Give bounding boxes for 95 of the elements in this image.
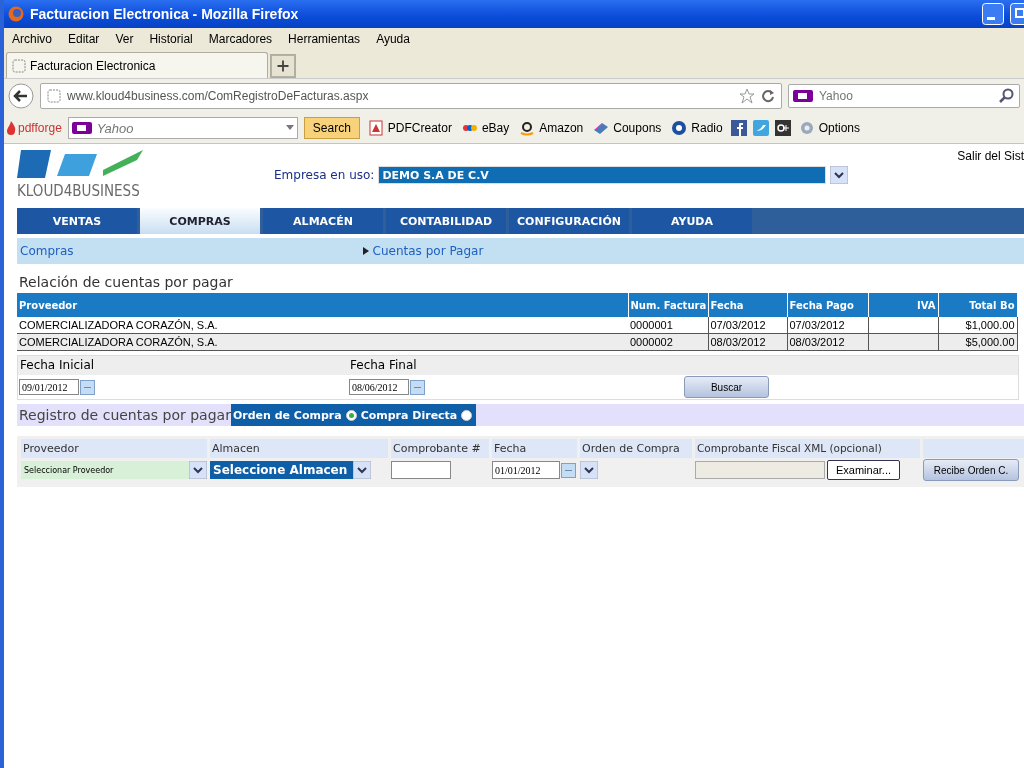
column-header: Almacen [210, 439, 388, 458]
text-field[interactable] [391, 461, 451, 479]
search-field[interactable]: Yahoo [817, 88, 995, 104]
toolbar-button[interactable]: Radio [669, 120, 725, 136]
section-title: Registro de cuentas por pagar [18, 407, 231, 423]
document-icon [367, 120, 384, 136]
dropdown-arrow-icon[interactable] [189, 461, 207, 479]
nav-tab[interactable]: VENTAS [17, 208, 137, 234]
radio-icon [671, 120, 688, 136]
search-button[interactable]: Search [303, 117, 360, 139]
table-cell: COMERCIALIZADORA CORAZÓN, S.A. [17, 317, 628, 334]
radio-button[interactable] [461, 409, 473, 421]
radio-label: Compra Directa [360, 408, 458, 422]
page-icon [12, 58, 26, 73]
browser-logo-icon [8, 6, 24, 22]
triangle-icon [362, 247, 369, 255]
column-header: Orden de Compra [580, 439, 692, 458]
page-icon [47, 89, 61, 103]
logout-link[interactable]: Salir del Sist [957, 149, 1024, 163]
field-label: Fecha Final [348, 356, 678, 375]
radio-label: Orden de Compra [232, 408, 342, 422]
company-select[interactable]: DEMO S.A DE C.V [378, 166, 827, 184]
column-header: Num. Factura [628, 293, 708, 317]
column-header: Comprobante Fiscal XML (opcional) [695, 439, 920, 458]
gear-icon [798, 120, 815, 136]
date-field[interactable]: 09/01/2012 [19, 379, 79, 395]
logo-text: KLOUD4BUSINESS [17, 182, 141, 200]
minimize-icon[interactable] [982, 3, 1004, 25]
window-title: Facturacion Electronica - Mozilla Firefox [30, 6, 299, 22]
supplier-select[interactable]: Seleccionar Proveedor [21, 461, 189, 479]
browser-tab[interactable]: Facturacion Electronica [6, 52, 268, 78]
submit-button[interactable]: Recibe Orden C. [923, 459, 1019, 481]
menu-item[interactable]: Ayuda [368, 32, 418, 46]
toolbar-button[interactable]: PDFCreator [365, 120, 454, 136]
column-header: Fecha [492, 439, 577, 458]
search-button[interactable]: Buscar [684, 376, 769, 398]
brand-name: pdfforge [18, 121, 62, 135]
field-label: Fecha Inicial [18, 356, 348, 375]
menu-item[interactable]: Herramientas [280, 32, 369, 46]
menu-item[interactable]: Editar [60, 32, 108, 46]
column-header: Fecha [708, 293, 787, 317]
address-field[interactable]: www.kloud4business.com/ComRegistroDeFacturas.aspx [40, 83, 782, 109]
toolbar-button[interactable]: Options [796, 120, 863, 136]
table-cell: $1,000.00 [938, 317, 1017, 334]
star-icon[interactable] [739, 88, 755, 104]
menu-item[interactable]: Ver [107, 32, 142, 46]
maximize-icon[interactable] [1010, 3, 1024, 25]
table-cell: 07/03/2012 [708, 317, 787, 334]
warehouse-select[interactable]: Seleccione Almacen [210, 461, 353, 479]
section-title: Relación de cuentas por pagar [19, 274, 234, 290]
browse-button[interactable]: Examinar... [827, 460, 901, 480]
g-plus-logo-icon[interactable] [774, 120, 791, 136]
f-logo-icon[interactable] [730, 120, 747, 136]
menu-item[interactable]: Marcadores [200, 32, 281, 46]
breadcrumb-link[interactable]: Compras [20, 244, 74, 258]
toolbar-search-field[interactable]: Yahoo [94, 119, 283, 137]
column-header: Proveedor [17, 293, 628, 317]
menu-item[interactable]: Archivo [4, 32, 60, 46]
column-header: Proveedor [21, 439, 207, 458]
yahoo-logo-icon [793, 90, 813, 102]
dropdown-arrow-icon[interactable] [580, 461, 598, 479]
search-icon[interactable] [999, 88, 1015, 104]
column-header: Total Bo [938, 293, 1017, 317]
search-box[interactable]: Yahoo [788, 84, 1020, 108]
tag-icon [593, 120, 610, 136]
nav-tab[interactable]: CONFIGURACIÓN [509, 208, 629, 234]
table-cell: 07/03/2012 [787, 317, 868, 334]
column-header: IVA [868, 293, 938, 317]
yahoo-logo-icon [71, 122, 92, 134]
column-header: Comprobante # [391, 439, 489, 458]
logo-shapes-icon [17, 148, 143, 180]
column-header: Fecha Pago [787, 293, 868, 317]
toolbar-button[interactable]: eBay [459, 120, 512, 136]
date-field[interactable]: 08/06/2012 [349, 379, 409, 395]
nav-tab[interactable]: ALMACÉN [263, 208, 383, 234]
breadcrumb-link[interactable]: Cuentas por Pagar [372, 244, 484, 258]
table-cell: 0000001 [628, 317, 708, 334]
file-path-field[interactable] [695, 461, 825, 479]
caret-icon[interactable] [285, 125, 294, 131]
nav-tab[interactable]: COMPRAS [140, 208, 260, 234]
dropdown-arrow-icon[interactable] [353, 461, 371, 479]
company-label: Empresa en uso: [274, 168, 375, 182]
toolbar-button[interactable]: Coupons [591, 120, 664, 136]
reload-icon[interactable] [761, 89, 775, 103]
radio-button[interactable] [345, 409, 357, 421]
bird-logo-icon[interactable] [752, 120, 769, 136]
nav-tab[interactable]: CONTABILIDAD [386, 208, 506, 234]
dropdown-arrow-icon[interactable] [830, 166, 849, 184]
toolbar-search-box[interactable]: Yahoo [67, 117, 298, 139]
menu-item[interactable]: Historial [141, 32, 201, 46]
new-tab-icon[interactable] [270, 54, 296, 78]
toolbar-button[interactable]: Amazon [517, 120, 586, 136]
flame-icon [6, 121, 16, 135]
nav-tab[interactable]: AYUDA [632, 208, 752, 234]
date-field[interactable]: 01/01/2012 [492, 461, 560, 479]
